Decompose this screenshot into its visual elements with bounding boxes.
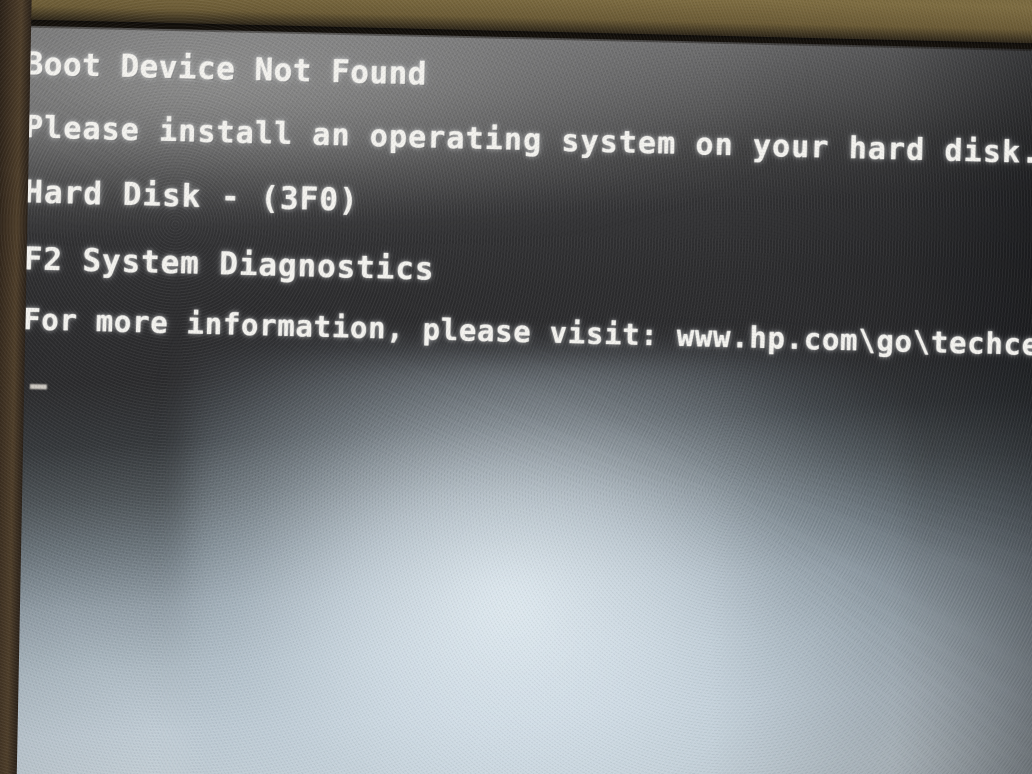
bios-message-block: Boot Device Not Found Please install an … <box>16 12 1032 774</box>
monitor-screen: Boot Device Not Found Please install an … <box>16 12 1032 774</box>
boot-error-title: Boot Device Not Found <box>24 46 428 93</box>
system-diagnostics-hint[interactable]: F2 System Diagnostics <box>23 241 435 287</box>
hard-disk-error-code: Hard Disk - (3F0) <box>23 174 360 219</box>
photographed-monitor: Boot Device Not Found Please install an … <box>0 0 1032 774</box>
install-os-instruction: Please install an operating system on yo… <box>24 110 1032 171</box>
more-information-url-line: For more information, please visit: www.… <box>22 302 1032 363</box>
text-cursor <box>29 384 47 390</box>
